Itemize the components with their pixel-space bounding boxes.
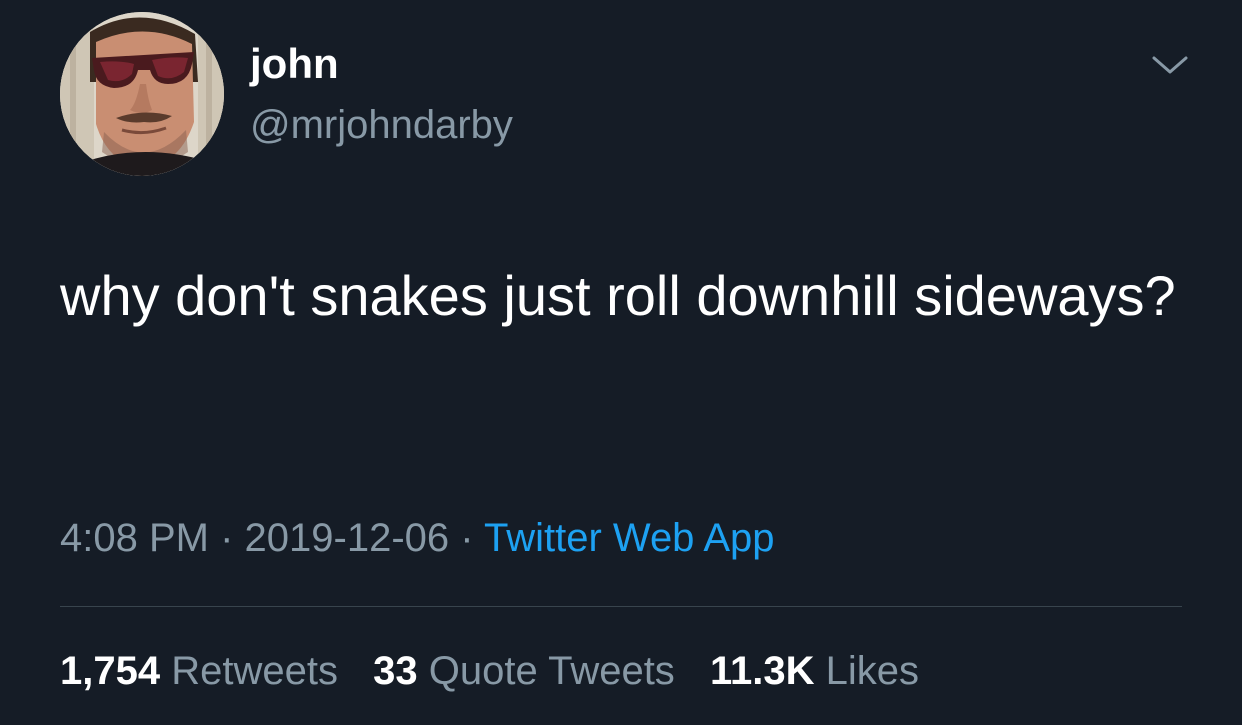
tweet-date[interactable]: 2019-12-06 <box>245 516 450 560</box>
tweet-meta: 4:08 PM · 2019-12-06 · Twitter Web App <box>60 512 775 564</box>
retweets-stat[interactable]: 1,754 Retweets <box>60 645 338 697</box>
tweet-source-link[interactable]: Twitter Web App <box>484 516 775 560</box>
likes-label: Likes <box>825 649 919 693</box>
tweet-time[interactable]: 4:08 PM <box>60 516 209 560</box>
user-handle[interactable]: @mrjohndarby <box>250 100 513 150</box>
separator-dot: · <box>460 516 474 560</box>
quote-tweets-count: 33 <box>373 649 418 693</box>
tweet-stats: 1,754 Retweets 33 Quote Tweets 11.3K Lik… <box>60 645 943 697</box>
quote-tweets-stat[interactable]: 33 Quote Tweets <box>373 645 675 697</box>
quote-tweets-label: Quote Tweets <box>428 649 675 693</box>
chevron-down-icon[interactable] <box>1150 50 1190 80</box>
retweets-label: Retweets <box>171 649 338 693</box>
avatar[interactable] <box>60 12 224 176</box>
divider <box>60 606 1182 607</box>
retweets-count: 1,754 <box>60 649 161 693</box>
tweet-card: john @mrjohndarby why don't snakes just … <box>0 0 1242 725</box>
tweet-text: why don't snakes just roll downhill side… <box>60 264 1176 327</box>
likes-stat[interactable]: 11.3K Likes <box>710 645 919 697</box>
separator-dot: · <box>220 516 234 560</box>
avatar-image <box>60 12 224 176</box>
display-name[interactable]: john <box>250 38 339 90</box>
likes-count: 11.3K <box>709 649 815 693</box>
